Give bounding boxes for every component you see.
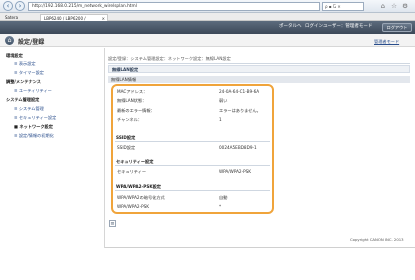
sidebar-divider: [104, 48, 105, 248]
sidebar-item-reset[interactable]: ≡ 設定/情報の初期化: [14, 133, 54, 138]
sidebar-item-label: ネットワーク設定: [19, 124, 53, 129]
page-mode-title: 設定/登録: [18, 39, 45, 46]
sidebar-item-system-admin[interactable]: ≡ システム管理: [14, 106, 44, 111]
sidebar-head-system: システム管理設定: [6, 97, 40, 102]
canon-logo: [4, 24, 34, 30]
settings-home-icon[interactable]: ⌂: [5, 36, 14, 45]
sidebar-item-utility[interactable]: ≡ ユーティリティー: [14, 88, 52, 93]
page-title: 無線LAN設定: [108, 65, 410, 73]
portal-link[interactable]: ポータルへ: [279, 24, 302, 30]
sidebar-item-label: タイマー設定: [18, 70, 44, 75]
tab-printer[interactable]: LBP6240 / LBP6200 / ×: [40, 14, 108, 21]
address-bar[interactable]: http://192.168.0.215/m_network_wirelspla…: [28, 2, 320, 11]
admin-mode-link[interactable]: 管理者モード: [374, 39, 399, 45]
favorites-star-icon[interactable]: ☆: [390, 2, 398, 10]
logout-button[interactable]: ログアウト: [382, 23, 412, 32]
sidebar-item-label: セキュリティー設定: [18, 115, 57, 120]
footer-divider: [105, 247, 415, 248]
info-section-title: 無線LAN情報: [108, 76, 410, 83]
sidebar-head-environment: 環境設定: [6, 53, 23, 58]
sidebar-item-label: 設定/情報の初期化: [18, 133, 54, 138]
mode-bar: [0, 34, 415, 47]
gear-icon[interactable]: ⚙: [401, 2, 409, 10]
sidebar-item-timer[interactable]: ≡ タイマー設定: [14, 70, 44, 75]
sidebar-item-display[interactable]: ≡ 表示設定: [14, 61, 36, 66]
forward-arrow-icon[interactable]: ›: [15, 1, 25, 11]
sidebar-item-network[interactable]: ■ ネットワーク設定: [14, 124, 53, 129]
sidebar-item-label: ユーティリティー: [18, 88, 52, 93]
back-arrow-icon[interactable]: ‹: [3, 1, 13, 11]
page-top-icon[interactable]: ≡: [109, 220, 116, 227]
sidebar-item-label: システム管理: [18, 106, 44, 111]
copyright: Copyright CANON INC. 2013: [350, 237, 404, 242]
sidebar-item-label: 表示設定: [18, 61, 36, 66]
divider: [108, 63, 410, 64]
tab-satera[interactable]: Satera: [2, 14, 21, 21]
highlight-frame: [111, 84, 274, 214]
sidebar-item-security[interactable]: ≡ セキュリティー設定: [14, 115, 56, 120]
home-icon[interactable]: ⌂: [379, 2, 387, 10]
login-user-info: ログインユーザー：管理者モード: [305, 24, 373, 29]
breadcrumb: 設定/登録：システム管理設定：ネットワーク設定：無線LAN設定: [108, 56, 231, 61]
sidebar-head-maintenance: 調整/メンテナンス: [6, 79, 41, 84]
address-bar-actions[interactable]: ρ ▪ Ⴚ ✕: [322, 2, 364, 11]
